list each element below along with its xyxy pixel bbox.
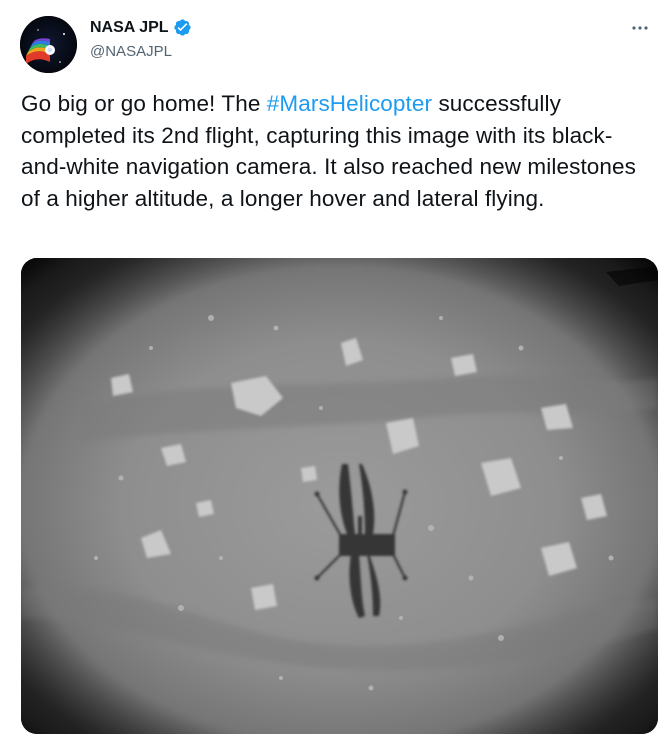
tweet-text-intro: Go big or go home! The [21,91,267,116]
nasa-jpl-logo-icon [20,16,77,73]
hashtag-link[interactable]: #MarsHelicopter [267,91,432,116]
author-avatar[interactable] [20,16,77,73]
mars-helicopter-shadow-photo [21,258,658,734]
more-options-icon[interactable] [628,18,652,38]
tweet-card: NASA JPL @NASAJPL Go big or go home! The… [0,0,672,743]
tweet-text: Go big or go home! The #MarsHelicopter s… [21,88,641,214]
verified-badge-icon [173,18,192,37]
author-handle[interactable]: @NASAJPL [90,43,172,60]
author-name-row: NASA JPL [90,18,192,37]
author-display-name[interactable]: NASA JPL [90,19,169,37]
tweet-media-photo[interactable] [21,258,658,734]
